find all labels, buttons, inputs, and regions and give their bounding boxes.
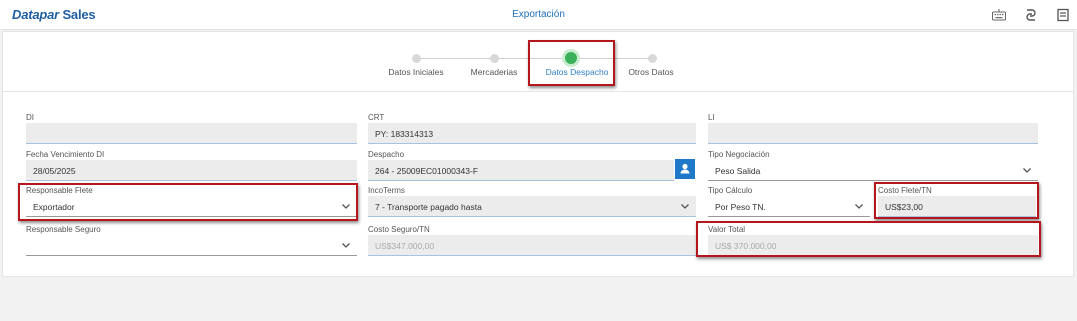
chevron-down-icon [342, 243, 350, 248]
highlight-box [696, 221, 1041, 257]
incoterms-select[interactable]: 7 - Transporte pagado hasta [368, 196, 696, 217]
despacho-label: Despacho [368, 150, 405, 159]
highlight-box [528, 40, 615, 86]
costo-seguro-tn-field[interactable]: US$347.000,00 [368, 235, 696, 256]
step-dot-otros-datos[interactable] [648, 54, 657, 63]
tipo-calculo-select[interactable]: Por Peso TN. [708, 196, 870, 217]
step-dot-datos-iniciales[interactable] [412, 54, 421, 63]
wizard-stepper: Datos Iniciales Mercaderias Datos Despac… [3, 32, 1073, 92]
costo-seguro-tn-label: Costo Seguro/TN [368, 225, 430, 234]
fecha-vencimiento-di-field[interactable]: 28/05/2025 [26, 160, 357, 181]
li-field[interactable] [708, 123, 1038, 144]
incoterms-value: 7 - Transporte pagado hasta [375, 202, 482, 212]
crt-label: CRT [368, 113, 385, 122]
despacho-search-button[interactable] [675, 159, 695, 179]
li-label: LI [708, 113, 715, 122]
user-icon [680, 163, 690, 174]
fecha-vencimiento-di-label: Fecha Vencimiento DI [26, 150, 105, 159]
highlight-box [18, 183, 358, 221]
chevron-down-icon [1023, 168, 1031, 173]
stepper-connector [416, 58, 494, 59]
tipo-negociacion-select[interactable]: Peso Salida [708, 160, 1038, 181]
form-icon[interactable] [1055, 7, 1071, 23]
di-field[interactable] [26, 123, 357, 144]
chevron-down-icon [855, 204, 863, 209]
top-bar: Datapar Sales Exportación [0, 0, 1077, 30]
tipo-negociacion-value: Peso Salida [715, 166, 761, 176]
chevron-down-icon [681, 204, 689, 209]
page-title: Exportación [512, 9, 565, 20]
highlight-box [874, 182, 1039, 219]
incoterms-label: IncoTerms [368, 186, 405, 195]
di-label: DI [26, 113, 34, 122]
step-label-datos-iniciales[interactable]: Datos Iniciales [388, 67, 443, 77]
despacho-field[interactable]: 264 - 25009EC01000343-F [368, 160, 674, 181]
export-form-card: Datos Iniciales Mercaderias Datos Despac… [2, 31, 1074, 277]
responsable-seguro-label: Responsable Seguro [26, 225, 101, 234]
responsable-seguro-select[interactable] [26, 235, 357, 256]
tipo-calculo-label: Tipo Cálculo [708, 186, 753, 195]
crt-field[interactable]: PY: 183314313 [368, 123, 696, 144]
link-icon[interactable] [1023, 7, 1039, 23]
step-label-mercaderias[interactable]: Mercaderias [471, 67, 518, 77]
tipo-negociacion-label: Tipo Negociación [708, 150, 770, 159]
step-label-otros-datos[interactable]: Otros Datos [628, 67, 673, 77]
step-dot-mercaderias[interactable] [490, 54, 499, 63]
keyboard-icon[interactable] [991, 7, 1007, 23]
tipo-calculo-value: Por Peso TN. [715, 202, 766, 212]
